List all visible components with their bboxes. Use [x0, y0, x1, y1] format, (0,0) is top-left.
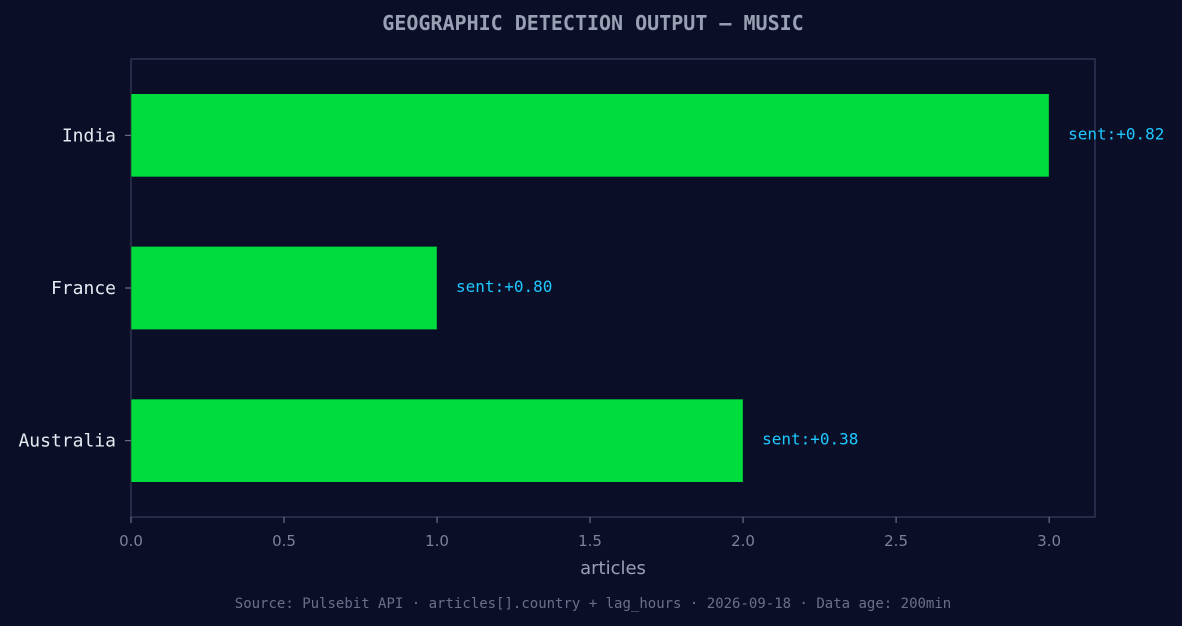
x-tick-label-6: 3.0 [1037, 532, 1061, 550]
x-tick-label-3: 1.5 [578, 532, 602, 550]
x-tick-label-5: 2.5 [884, 532, 908, 550]
source-note: Source: Pulsebit API · articles[].countr… [235, 596, 951, 612]
chart-title: GEOGRAPHIC DETECTION OUTPUT — MUSIC [382, 11, 803, 35]
bar-france [130, 246, 438, 330]
bar-australia [130, 398, 744, 483]
category-label-france: France [51, 278, 116, 299]
category-label-india: India [62, 125, 116, 146]
plot-area: India sent:+0.82 France sent:+0.80 Australia… [18, 58, 1164, 550]
annotation-australia: sent:+0.38 [762, 430, 858, 449]
annotation-france: sent:+0.80 [456, 277, 552, 296]
annotation-india: sent:+0.82 [1068, 124, 1164, 143]
x-tick-label-4: 2.0 [731, 532, 755, 550]
category-label-australia: Australia [18, 431, 116, 452]
x-tick-label-1: 0.5 [272, 532, 296, 550]
x-tick-label-2: 1.0 [425, 532, 449, 550]
x-tick-label-0: 0.0 [119, 532, 143, 550]
chart: GEOGRAPHIC DETECTION OUTPUT — MUSIC Indi… [0, 0, 1182, 626]
bar-chart-svg: GEOGRAPHIC DETECTION OUTPUT — MUSIC Indi… [18, 11, 1164, 612]
bar-india [130, 93, 1050, 178]
x-axis-label: articles [580, 558, 646, 579]
